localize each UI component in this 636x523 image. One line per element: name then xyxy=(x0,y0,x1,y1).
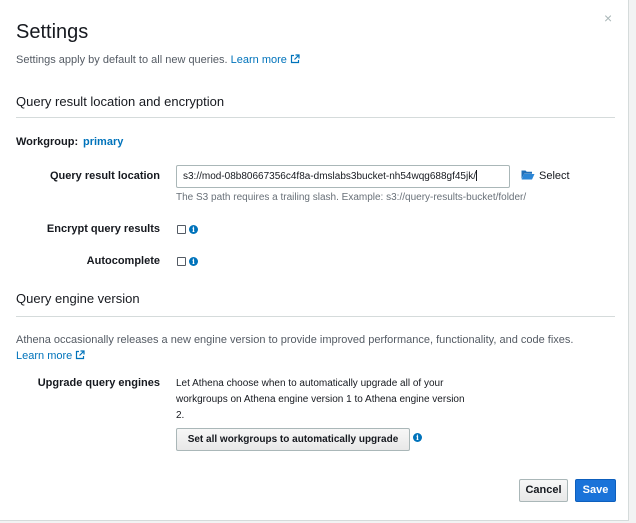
engine-description-text: Athena occasionally releases a new engin… xyxy=(16,334,574,346)
text-caret xyxy=(475,170,477,181)
select-label: Select xyxy=(539,170,570,182)
info-icon[interactable]: i xyxy=(189,257,198,266)
query-result-location-label: Query result location xyxy=(49,170,160,182)
encrypt-query-results-checkbox[interactable] xyxy=(177,225,186,234)
external-link-icon xyxy=(76,350,85,360)
cancel-button[interactable]: Cancel xyxy=(519,479,568,502)
dialog-title: Settings xyxy=(16,21,89,43)
upgrade-description: Let Athena choose when to automatically … xyxy=(176,378,465,421)
intro-description: Settings apply by default to all new que… xyxy=(16,54,228,66)
settings-dialog: × Settings Settings apply by default to … xyxy=(0,0,629,521)
section-title-query-result: Query result location and encryption xyxy=(16,94,225,109)
save-button[interactable]: Save xyxy=(575,479,616,502)
intro-text: Settings apply by default to all new que… xyxy=(16,53,300,68)
info-icon[interactable]: i xyxy=(189,225,198,234)
close-icon[interactable]: × xyxy=(604,10,612,26)
section-title-engine-version: Query engine version xyxy=(16,291,140,306)
workgroup-link[interactable]: primary xyxy=(83,135,123,150)
query-result-location-input[interactable]: s3://mod-08b80667356c4f8a-dmslabs3bucket… xyxy=(176,165,510,188)
auto-upgrade-button[interactable]: Set all workgroups to automatically upgr… xyxy=(176,428,410,451)
info-icon[interactable]: i xyxy=(413,433,422,442)
learn-more-link[interactable]: Learn more xyxy=(231,54,300,66)
external-link-icon xyxy=(290,54,300,64)
autocomplete-checkbox[interactable] xyxy=(177,257,186,266)
workgroup-label: Workgroup: xyxy=(16,136,79,148)
upgrade-query-engines-label: Upgrade query engines xyxy=(37,377,160,389)
engine-learn-more-link[interactable]: Learn more xyxy=(16,350,85,362)
location-value: s3://mod-08b80667356c4f8a-dmslabs3bucket… xyxy=(183,171,476,182)
location-hint: The S3 path requires a trailing slash. E… xyxy=(176,192,527,203)
divider xyxy=(16,117,615,118)
encrypt-query-results-label: Encrypt query results xyxy=(46,223,160,235)
divider xyxy=(16,316,615,317)
learn-more-label: Learn more xyxy=(230,54,287,66)
select-button[interactable]: Select xyxy=(521,169,570,184)
engine-description: Athena occasionally releases a new engin… xyxy=(16,332,616,364)
engine-learn-more-label: Learn more xyxy=(16,350,73,362)
autocomplete-label: Autocomplete xyxy=(86,255,160,267)
folder-open-icon xyxy=(521,170,535,180)
